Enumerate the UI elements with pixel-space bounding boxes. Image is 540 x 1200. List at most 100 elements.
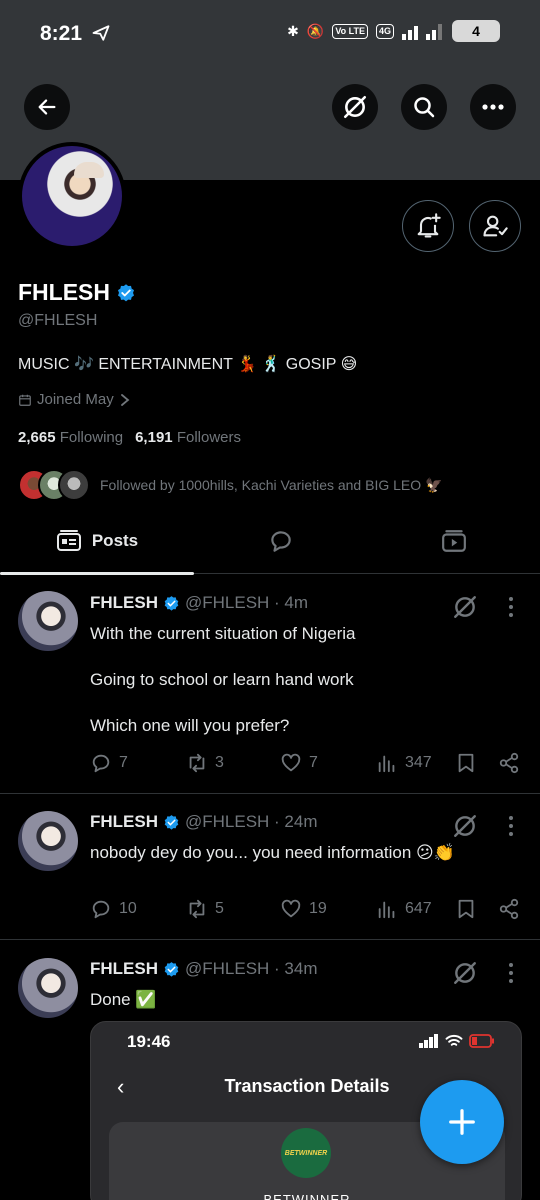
- repost-icon: [189, 899, 205, 919]
- followers-link[interactable]: 6,191 Followers: [135, 429, 241, 446]
- bluetooth-icon: ✱: [287, 22, 299, 39]
- like-count: 19: [309, 900, 327, 917]
- post-author-name: FHLESH: [90, 812, 158, 831]
- mute-icon: 🔕: [306, 22, 325, 39]
- more-vertical-icon[interactable]: [508, 596, 514, 618]
- status-icons: ✱ 🔕 Vo LTE 4G 4: [287, 20, 500, 42]
- bookmark-button[interactable]: [456, 898, 476, 920]
- notifications-button[interactable]: [402, 200, 454, 252]
- post-avatar[interactable]: [18, 591, 78, 651]
- volte-badge: Vo LTE: [332, 23, 368, 39]
- like-button[interactable]: 19: [280, 898, 327, 920]
- grok-icon[interactable]: [452, 813, 478, 839]
- betwinner-logo: BETWINNER: [281, 1128, 331, 1178]
- views-button[interactable]: 647: [376, 898, 432, 920]
- battery-indicator: 4: [452, 20, 500, 42]
- embed-time: 19:46: [127, 1032, 171, 1051]
- heart-icon: [281, 753, 301, 772]
- repost-count: 5: [215, 900, 224, 917]
- calendar-icon: [19, 394, 31, 406]
- post-header: FHLESH @FHLESH · 34m: [90, 959, 318, 979]
- views-count: 347: [405, 754, 432, 771]
- search-button[interactable]: [401, 84, 447, 130]
- post-item[interactable]: FHLESH @FHLESH · 24m nobody dey do you..…: [0, 794, 540, 940]
- post-meta: @FHLESH · 34m: [185, 959, 318, 978]
- profile-name: FHLESH: [18, 279, 136, 306]
- more-button[interactable]: [470, 84, 516, 130]
- bell-plus-icon: [417, 213, 441, 238]
- post-actions: 7 3 7 347: [90, 752, 522, 780]
- followed-by-row[interactable]: Followed by 1000hills, Kachi Varieties a…: [18, 469, 442, 501]
- followers-count: 6,191: [135, 429, 173, 446]
- post-text-line: With the current situation of Nigeria: [90, 624, 356, 643]
- following-button[interactable]: [469, 200, 521, 252]
- post-text-line: nobody dey do you... you need informatio…: [90, 843, 455, 862]
- repost-button[interactable]: 5: [186, 898, 224, 920]
- share-button[interactable]: [498, 752, 520, 774]
- signal-icon: [402, 24, 442, 40]
- reply-icon: [92, 900, 110, 919]
- share-button[interactable]: [498, 898, 520, 920]
- reply-button[interactable]: 7: [90, 752, 128, 774]
- 4g-badge: 4G: [375, 23, 394, 39]
- grok-button[interactable]: [332, 84, 378, 130]
- views-count: 647: [405, 900, 432, 917]
- following-label: Following: [59, 429, 124, 446]
- post-item[interactable]: FHLESH @FHLESH · 4m With the current sit…: [0, 575, 540, 794]
- verified-badge-icon: [164, 595, 179, 611]
- views-icon: [378, 901, 395, 919]
- tab-replies[interactable]: [194, 508, 368, 574]
- media-icon: [442, 530, 466, 552]
- verified-badge-icon: [164, 814, 179, 830]
- post-text-line: Which one will you prefer?: [90, 716, 290, 735]
- more-vertical-icon[interactable]: [508, 815, 514, 837]
- reply-count: 10: [119, 900, 137, 917]
- grok-icon[interactable]: [452, 960, 478, 986]
- follower-avatar: [58, 469, 90, 501]
- following-link[interactable]: 2,665 Following: [18, 429, 123, 446]
- post-author-name: FHLESH: [90, 593, 158, 612]
- repost-icon: [189, 753, 205, 773]
- post-actions: 10 5 19 647: [90, 898, 522, 926]
- arrow-left-icon: [38, 99, 56, 115]
- followed-by-text: Followed by 1000hills, Kachi Varieties a…: [100, 476, 443, 493]
- chevron-right-icon: [120, 393, 130, 406]
- reply-icon: [92, 754, 110, 773]
- embed-card-text: BETWINNER: [263, 1192, 351, 1200]
- views-icon: [378, 755, 395, 773]
- signal-icon: [419, 1034, 438, 1048]
- post-header: FHLESH @FHLESH · 4m: [90, 593, 308, 613]
- reply-button[interactable]: 10: [90, 898, 137, 920]
- post-author-name: FHLESH: [90, 959, 158, 978]
- bookmark-icon: [458, 899, 474, 919]
- like-button[interactable]: 7: [280, 752, 318, 774]
- status-bar: 8:21 ✱ 🔕 Vo LTE 4G 4: [0, 0, 540, 70]
- embed-status-icons: [419, 1034, 495, 1048]
- compose-post-button[interactable]: [420, 1080, 504, 1164]
- share-icon: [499, 898, 519, 920]
- profile-name-text: FHLESH: [18, 279, 110, 305]
- heart-icon: [281, 899, 301, 918]
- tab-media[interactable]: [368, 508, 540, 574]
- repost-count: 3: [215, 754, 224, 771]
- more-vertical-icon[interactable]: [508, 962, 514, 984]
- profile-handle: @FHLESH: [18, 312, 98, 329]
- joined-date[interactable]: Joined May: [18, 391, 131, 408]
- profile-bio: MUSIC 🎶 ENTERTAINMENT 💃 🕺 GOSIP 😅: [18, 356, 358, 373]
- verified-badge-icon: [118, 283, 134, 301]
- profile-tabs: Posts: [0, 508, 540, 575]
- followers-label: Followers: [176, 429, 241, 446]
- tab-posts-label: Posts: [91, 531, 139, 550]
- post-avatar[interactable]: [18, 811, 78, 871]
- back-button[interactable]: [24, 84, 70, 130]
- grok-icon[interactable]: [452, 594, 478, 620]
- profile-avatar[interactable]: [18, 142, 126, 250]
- repost-button[interactable]: 3: [186, 752, 224, 774]
- send-icon: [92, 25, 110, 41]
- bookmark-button[interactable]: [456, 752, 476, 774]
- battery-low-icon: [469, 1034, 494, 1048]
- post-avatar[interactable]: [18, 958, 78, 1018]
- post-text-line: Going to school or learn hand work: [90, 670, 354, 689]
- views-button[interactable]: 347: [376, 752, 432, 774]
- tab-posts[interactable]: Posts: [0, 508, 194, 575]
